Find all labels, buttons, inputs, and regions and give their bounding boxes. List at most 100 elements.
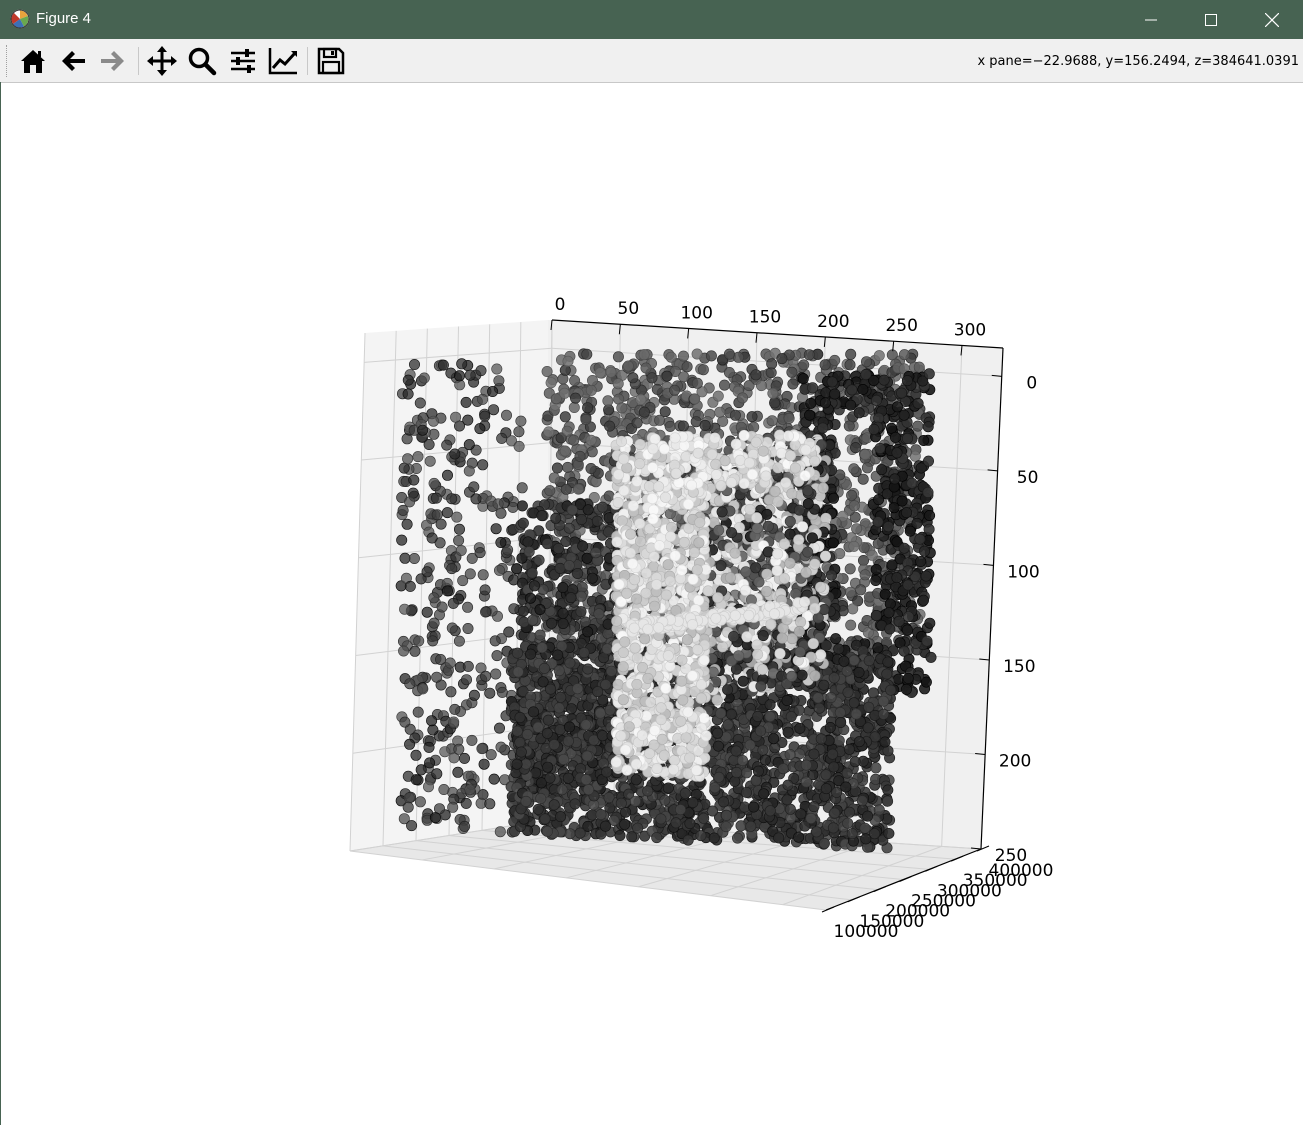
scatter-point bbox=[430, 492, 442, 504]
scatter-point bbox=[561, 425, 573, 437]
scatter-point bbox=[500, 409, 512, 421]
scatter-point bbox=[731, 832, 743, 844]
scatter-point bbox=[769, 397, 781, 409]
scatter-point bbox=[627, 372, 639, 384]
scatter-point bbox=[764, 710, 776, 722]
save-button[interactable] bbox=[313, 43, 349, 79]
scatter-point bbox=[670, 817, 682, 829]
scatter-point bbox=[417, 424, 429, 436]
scatter-point bbox=[508, 603, 520, 615]
scatter-point bbox=[891, 401, 903, 413]
scatter-point bbox=[870, 563, 882, 575]
scatter-point bbox=[750, 369, 762, 381]
toolbar-grip[interactable] bbox=[6, 45, 9, 77]
configure-subplots-button[interactable] bbox=[225, 43, 261, 79]
scatter-point bbox=[553, 665, 565, 677]
scatter-point bbox=[513, 440, 525, 452]
scatter-point bbox=[397, 504, 409, 516]
scatter-point bbox=[718, 796, 730, 808]
scatter-point bbox=[477, 393, 489, 405]
scatter-point bbox=[464, 369, 476, 381]
scatter-point bbox=[825, 691, 837, 703]
scatter-point bbox=[493, 722, 505, 734]
scatter-point bbox=[414, 397, 426, 409]
scatter-point bbox=[834, 707, 846, 719]
scatter-point bbox=[746, 411, 758, 423]
scatter-point bbox=[574, 827, 586, 839]
scatter-point bbox=[616, 402, 628, 414]
scatter-point bbox=[860, 833, 872, 845]
scatter-point bbox=[800, 759, 812, 771]
scatter-point bbox=[474, 547, 486, 559]
scatter-point bbox=[843, 743, 855, 755]
scatter-point bbox=[920, 570, 932, 582]
scatter-point bbox=[445, 686, 457, 698]
scatter-point bbox=[548, 739, 560, 751]
minimize-button[interactable] bbox=[1121, 0, 1181, 39]
scatter-point bbox=[402, 453, 414, 465]
scatter-point bbox=[593, 608, 605, 620]
scatter-point bbox=[651, 383, 663, 395]
scatter-point bbox=[687, 796, 699, 808]
scatter-point bbox=[556, 784, 568, 796]
scatter-point bbox=[582, 626, 594, 638]
scatter-point bbox=[604, 704, 616, 716]
scatter-point bbox=[406, 820, 418, 832]
scatter-point bbox=[906, 477, 918, 489]
scatter-point bbox=[848, 654, 860, 666]
scatter-point bbox=[548, 799, 560, 811]
edit-axis-button[interactable] bbox=[265, 43, 301, 79]
scatter-point bbox=[853, 666, 865, 678]
scatter-point bbox=[631, 417, 643, 429]
scatter-point bbox=[712, 727, 724, 739]
scatter-point bbox=[532, 803, 544, 815]
maximize-button[interactable] bbox=[1181, 0, 1241, 39]
forward-button[interactable] bbox=[95, 43, 131, 79]
scatter-point bbox=[757, 744, 769, 756]
scatter-point bbox=[527, 706, 539, 718]
scatter-point bbox=[580, 719, 592, 731]
scatter-point bbox=[568, 434, 580, 446]
scatter-point bbox=[525, 648, 537, 660]
scatter-point bbox=[810, 826, 822, 838]
scatter-point bbox=[902, 579, 914, 591]
pan-button[interactable] bbox=[144, 43, 180, 79]
scatter-point bbox=[848, 697, 860, 709]
scatter-point bbox=[424, 455, 436, 467]
figure-canvas[interactable]: 0 50 100 150 200 250 300 050100150200250 10000… bbox=[1, 83, 1303, 1125]
scatter-point bbox=[441, 585, 453, 597]
zoom-button[interactable] bbox=[184, 43, 220, 79]
scatter-point bbox=[777, 763, 789, 775]
scatter-point bbox=[889, 431, 901, 443]
scatter-point bbox=[484, 687, 496, 699]
home-button[interactable] bbox=[15, 43, 51, 79]
scatter-point bbox=[873, 412, 885, 424]
scatter-point bbox=[528, 580, 540, 592]
scatter-point bbox=[586, 446, 598, 458]
scatter-point bbox=[678, 371, 690, 383]
scatter-point bbox=[913, 361, 925, 373]
scatter-point bbox=[820, 769, 832, 781]
back-button[interactable] bbox=[55, 43, 91, 79]
scatter-point bbox=[665, 351, 677, 363]
scatter-point bbox=[474, 423, 486, 435]
scatter-point bbox=[859, 448, 871, 460]
scatter-point bbox=[536, 642, 548, 654]
scatter-point bbox=[838, 655, 850, 667]
scatter-point bbox=[901, 375, 913, 387]
scatter-point bbox=[773, 832, 785, 844]
scatter-point bbox=[853, 736, 865, 748]
scatter-point bbox=[557, 617, 569, 629]
scatter-point bbox=[441, 507, 453, 519]
scatter-point bbox=[569, 798, 581, 810]
toolbar-separator bbox=[307, 47, 308, 75]
scatter-point bbox=[874, 442, 886, 454]
scatter-point bbox=[401, 518, 413, 530]
scatter-point bbox=[580, 413, 592, 425]
scatter-point bbox=[866, 549, 878, 561]
scatter-point bbox=[872, 516, 884, 528]
scatter-point bbox=[487, 385, 499, 397]
scatter-point bbox=[785, 711, 797, 723]
close-button[interactable] bbox=[1242, 0, 1302, 39]
scatter-point bbox=[912, 397, 924, 409]
